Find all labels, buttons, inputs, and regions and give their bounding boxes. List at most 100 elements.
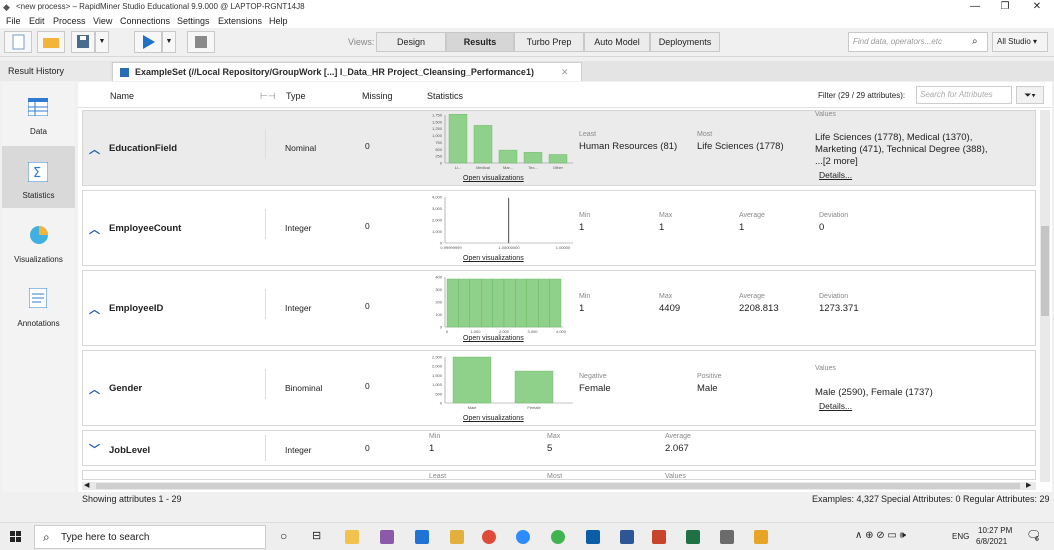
- col-name-header[interactable]: Name: [110, 91, 134, 101]
- clock-time[interactable]: 10:27 PM: [978, 526, 1012, 535]
- file-explorer-icon[interactable]: [345, 530, 359, 544]
- nav-statistics[interactable]: Σ Statistics: [2, 146, 75, 208]
- details-link[interactable]: Details...: [819, 170, 852, 180]
- attribute-row-employeecount[interactable]: ︿ EmployeeCount Integer 0 4,000 3,000 2,00…: [82, 190, 1036, 266]
- sticky-notes-icon[interactable]: [450, 530, 464, 544]
- view-tab-design[interactable]: Design: [376, 32, 446, 52]
- windows-start-icon[interactable]: [10, 531, 22, 543]
- nav-annotations[interactable]: Annotations: [2, 274, 75, 336]
- menu-file[interactable]: File: [6, 16, 21, 26]
- global-search-input[interactable]: Find data, operators...etc: [848, 32, 988, 52]
- mail-icon[interactable]: [586, 530, 600, 544]
- expand-chevron-icon[interactable]: ﹀: [89, 441, 100, 457]
- attribute-row-gender[interactable]: ︿ Gender Binominal 0 2,500 2,000 1,500 1,00…: [82, 350, 1036, 426]
- scroll-left-icon[interactable]: ◀: [84, 481, 89, 489]
- language-indicator[interactable]: ENG: [952, 532, 969, 541]
- attribute-row-educationfield[interactable]: ︿ EducationField Nominal 0 1,750 1,500 1,2…: [82, 110, 1036, 186]
- powerpoint-icon[interactable]: [652, 530, 666, 544]
- stat-max-label: Max: [659, 212, 673, 219]
- stop-button[interactable]: [187, 31, 215, 53]
- open-visualizations-link[interactable]: Open visualizations: [463, 335, 524, 342]
- menu-help[interactable]: Help: [269, 16, 288, 26]
- collapse-chevron-icon[interactable]: ︿: [89, 381, 100, 397]
- taskbar-search-input[interactable]: ⌕ Type here to search: [34, 525, 266, 549]
- scroll-right-icon[interactable]: ▶: [1026, 481, 1031, 489]
- search-icon: ⌕: [43, 530, 50, 544]
- save-button[interactable]: [71, 31, 95, 53]
- column-resize-icon[interactable]: ⊢⊣: [260, 91, 276, 102]
- menu-extensions[interactable]: Extensions: [218, 16, 262, 26]
- vertical-scrollbar[interactable]: [1040, 110, 1050, 482]
- values-line-1: Life Sciences (1778), Medical (1370),: [815, 132, 973, 143]
- close-button[interactable]: ✕: [1022, 0, 1052, 14]
- open-visualizations-link[interactable]: Open visualizations: [463, 175, 524, 182]
- view-tab-auto-model[interactable]: Auto Model: [584, 32, 650, 52]
- open-visualizations-link[interactable]: Open visualizations: [463, 255, 524, 262]
- collapse-chevron-icon[interactable]: ︿: [89, 221, 100, 237]
- security-icon[interactable]: [415, 530, 429, 544]
- paint-icon[interactable]: [380, 530, 394, 544]
- app-icon-ticks[interactable]: [720, 530, 734, 544]
- collapse-chevron-icon[interactable]: ︿: [89, 301, 100, 317]
- attribute-row-employeeid[interactable]: ︿ EmployeeID Integer 0 400 300 200 100 0 0 1,0…: [82, 270, 1036, 346]
- col-missing-header[interactable]: Missing: [362, 91, 393, 101]
- close-tab-icon[interactable]: ✕: [561, 63, 569, 82]
- attribute-row-joblevel[interactable]: ﹀ JobLevel Integer 0 Min 1 Max 5 Average…: [82, 430, 1036, 466]
- vertical-scroll-thumb[interactable]: [1041, 226, 1049, 316]
- chrome-icon[interactable]: [482, 530, 496, 544]
- stat-deviation-value: 0: [819, 222, 825, 233]
- zoom-icon[interactable]: [516, 530, 530, 544]
- chevron-down-icon: ▾: [1033, 37, 1038, 46]
- word-icon[interactable]: [620, 530, 634, 544]
- studio-scope-select[interactable]: All Studio ▾: [992, 32, 1048, 52]
- column-divider: [265, 209, 266, 239]
- details-link[interactable]: Details...: [819, 401, 852, 411]
- line-icon[interactable]: [551, 530, 565, 544]
- view-tab-turbo-prep[interactable]: Turbo Prep: [514, 32, 584, 52]
- task-view-icon[interactable]: ⊟: [312, 529, 321, 542]
- filter-dropdown-button[interactable]: ⏷▾: [1016, 86, 1044, 104]
- col-type-header[interactable]: Type: [286, 91, 306, 101]
- attribute-search-input[interactable]: Search for Attributes: [916, 86, 1012, 104]
- menu-edit[interactable]: Edit: [29, 16, 45, 26]
- x-tick-label: Other: [553, 165, 564, 170]
- svg-text:Σ: Σ: [33, 166, 41, 181]
- cortana-icon[interactable]: ○: [280, 529, 287, 543]
- attribute-name: JobLevel: [109, 445, 151, 456]
- open-process-button[interactable]: [37, 31, 65, 53]
- menu-connections[interactable]: Connections: [120, 16, 170, 26]
- clock-date[interactable]: 6/8/2021: [976, 537, 1007, 546]
- collapse-chevron-icon[interactable]: ︿: [89, 141, 100, 157]
- excel-icon[interactable]: [686, 530, 700, 544]
- nav-visualizations[interactable]: Visualizations: [2, 210, 75, 272]
- y-tick-label: 400: [435, 275, 442, 280]
- horizontal-scrollbar[interactable]: ◀ ▶: [82, 482, 1036, 490]
- view-tab-deployments[interactable]: Deployments: [650, 32, 720, 52]
- col-statistics-header[interactable]: Statistics: [427, 91, 463, 101]
- view-tab-results[interactable]: Results: [446, 32, 514, 52]
- rapidminer-icon[interactable]: [754, 530, 768, 544]
- open-visualizations-link[interactable]: Open visualizations: [463, 415, 524, 422]
- tab-example-set[interactable]: ExampleSet (//Local Repository/GroupWork…: [112, 62, 582, 81]
- minimize-button[interactable]: —: [960, 0, 990, 14]
- menu-process[interactable]: Process: [53, 16, 86, 26]
- search-icon[interactable]: ⌕: [972, 36, 978, 47]
- histogram-bin-bar: [481, 278, 493, 328]
- save-dropdown-button[interactable]: ▼: [95, 31, 109, 53]
- menu-settings[interactable]: Settings: [177, 16, 210, 26]
- tab-result-history[interactable]: Result History: [0, 62, 110, 81]
- menu-view[interactable]: View: [93, 16, 112, 26]
- bar-mar: [498, 149, 518, 164]
- stat-deviation-label: Deviation: [819, 212, 849, 219]
- maximize-button[interactable]: ❐: [990, 0, 1020, 14]
- toolbar: ▼ ▼ Views: Design Results Turbo Prep Aut…: [0, 28, 1054, 57]
- attribute-row-partial[interactable]: Least Most Values: [82, 470, 1036, 480]
- column-divider: [265, 369, 266, 399]
- y-tick-label: 1,500: [432, 119, 443, 124]
- nav-data[interactable]: Data: [2, 82, 75, 144]
- run-button[interactable]: [134, 31, 162, 53]
- system-tray-icons[interactable]: ∧ ⊕ ⊘ ▭ 🕪: [855, 530, 906, 541]
- new-process-button[interactable]: [4, 31, 32, 53]
- run-dropdown-button[interactable]: ▼: [162, 31, 176, 53]
- horizontal-scroll-thumb[interactable]: [96, 483, 1020, 489]
